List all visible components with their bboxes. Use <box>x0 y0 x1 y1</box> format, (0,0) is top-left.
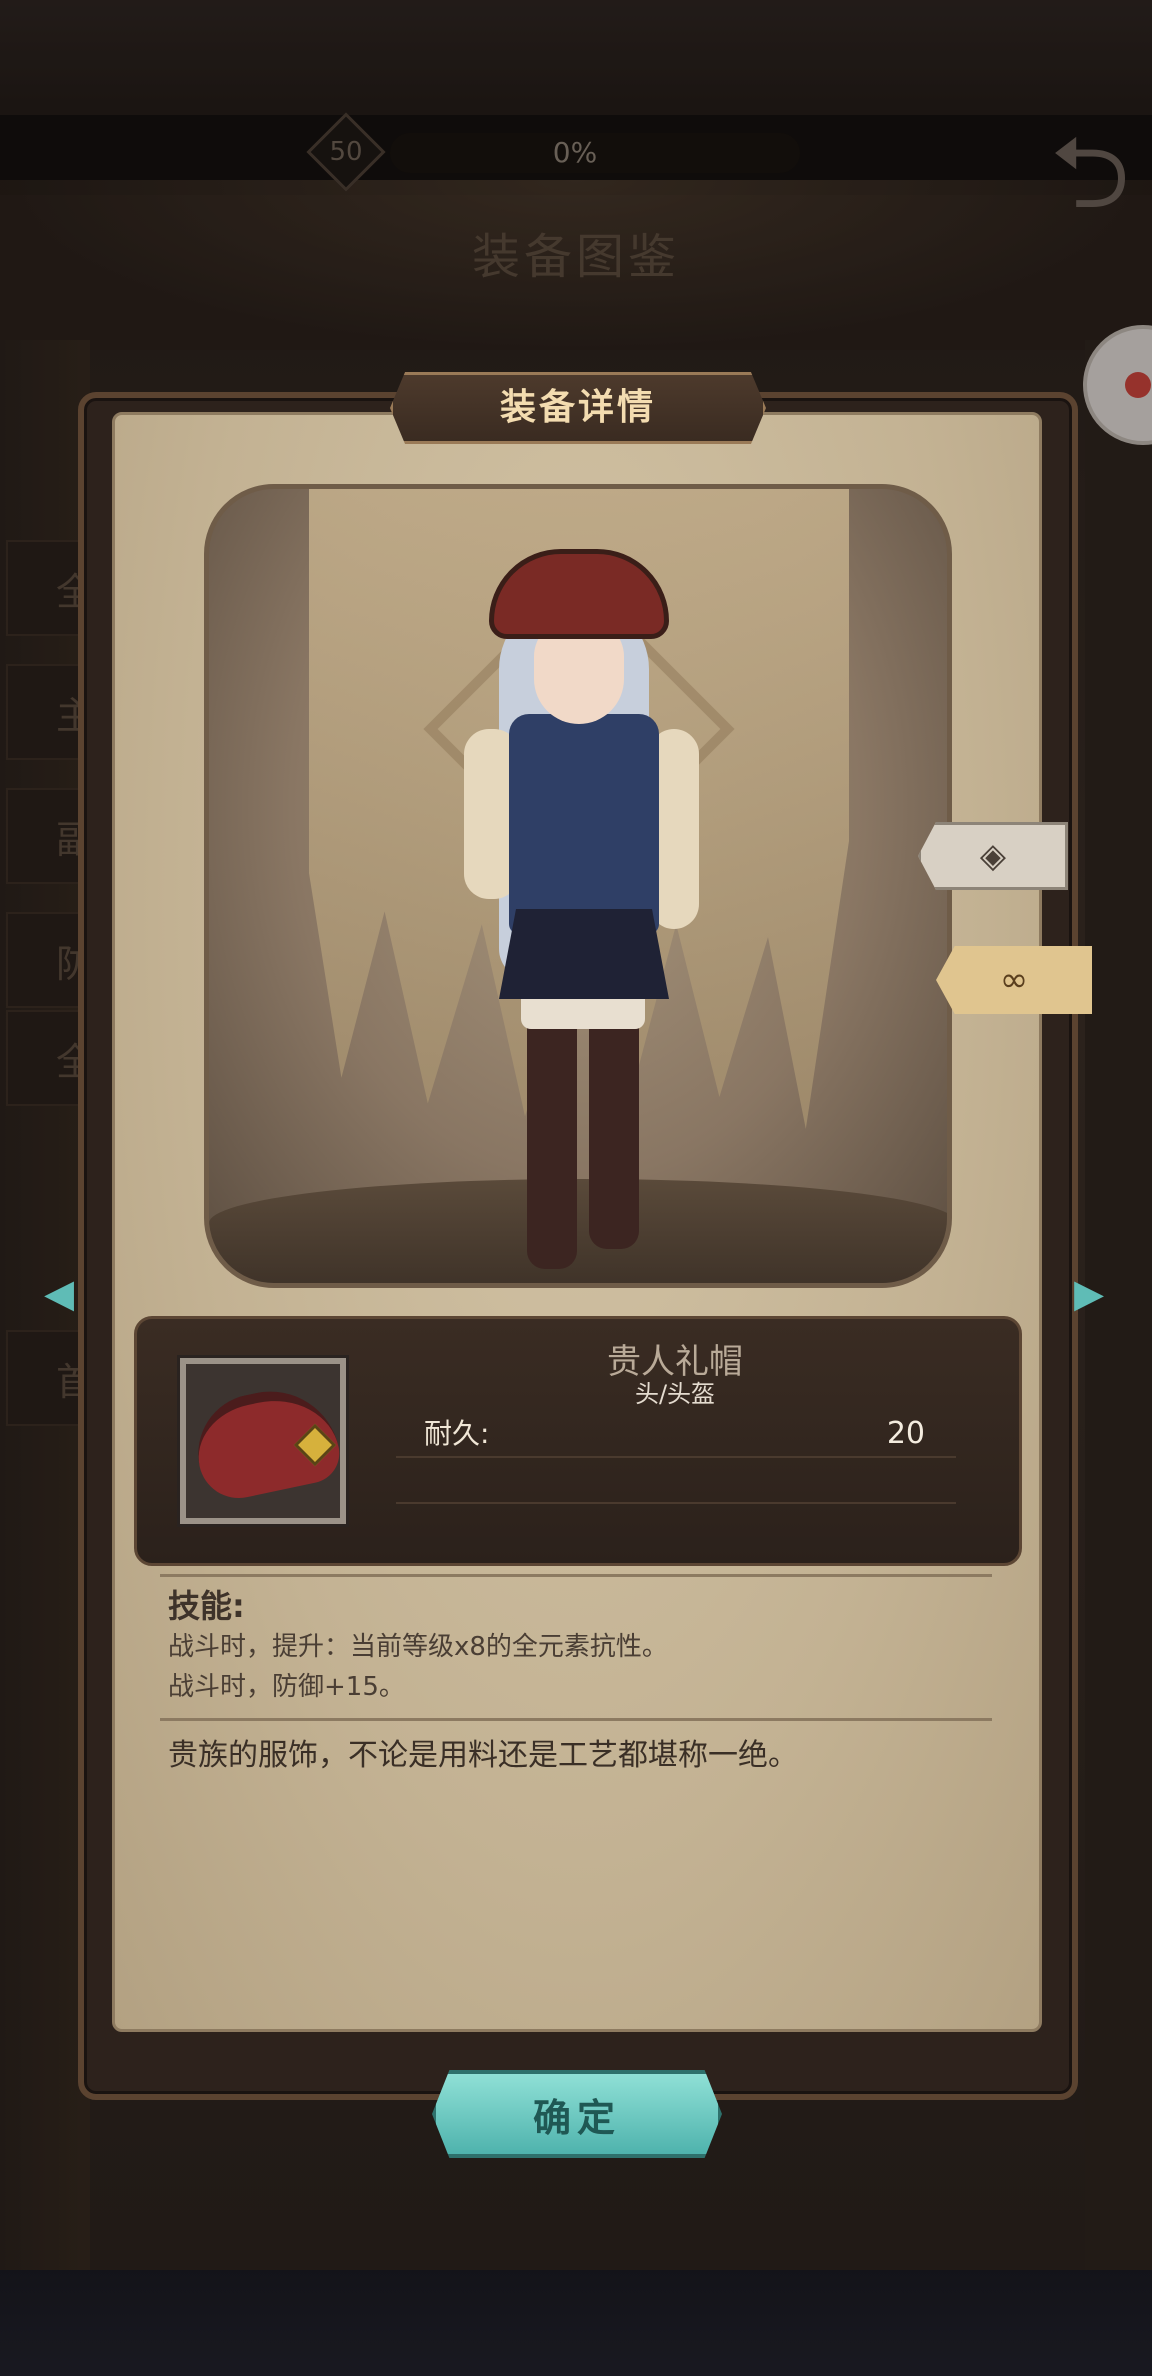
confirm-label: 确定 <box>532 2095 621 2140</box>
item-description: 贵族的服饰，不论是用料还是工艺都堪称一绝。 <box>168 1738 798 1773</box>
side-tab-appearance[interactable]: ◈ <box>918 822 1068 890</box>
cracked-diamond-icon: ◈ <box>979 836 1007 876</box>
previous-item-arrow-icon[interactable]: ◂ <box>34 1250 84 1334</box>
item-slot: 头/头盔 <box>634 1380 716 1408</box>
stage-floor <box>209 1179 947 1283</box>
skill-line: 战斗时，防御+15。 <box>168 1672 405 1702</box>
stat-label-durability: 耐久: <box>424 1417 490 1450</box>
modal-title: 装备详情 <box>499 387 656 428</box>
infinity-diamond-icon: ∞ <box>999 960 1029 1000</box>
section-divider <box>160 1718 992 1721</box>
section-divider <box>160 1574 992 1577</box>
character-leg-left <box>527 989 577 1269</box>
character-portrait <box>204 484 952 1288</box>
confirm-button[interactable]: 确定 <box>432 2070 722 2158</box>
stat-row-divider <box>396 1456 956 1458</box>
side-tab-equipment[interactable]: ∞ <box>936 946 1092 1014</box>
skills-heading: 技能: <box>168 1587 245 1625</box>
character-body <box>509 714 659 934</box>
stat-row-divider <box>396 1502 956 1504</box>
stat-value-durability: 20 <box>886 1416 925 1451</box>
character-skirt <box>499 909 669 999</box>
next-item-arrow-icon[interactable]: ▸ <box>1064 1250 1114 1334</box>
skill-line: 战斗时，提升：当前等级x8的全元素抗性。 <box>168 1632 668 1662</box>
